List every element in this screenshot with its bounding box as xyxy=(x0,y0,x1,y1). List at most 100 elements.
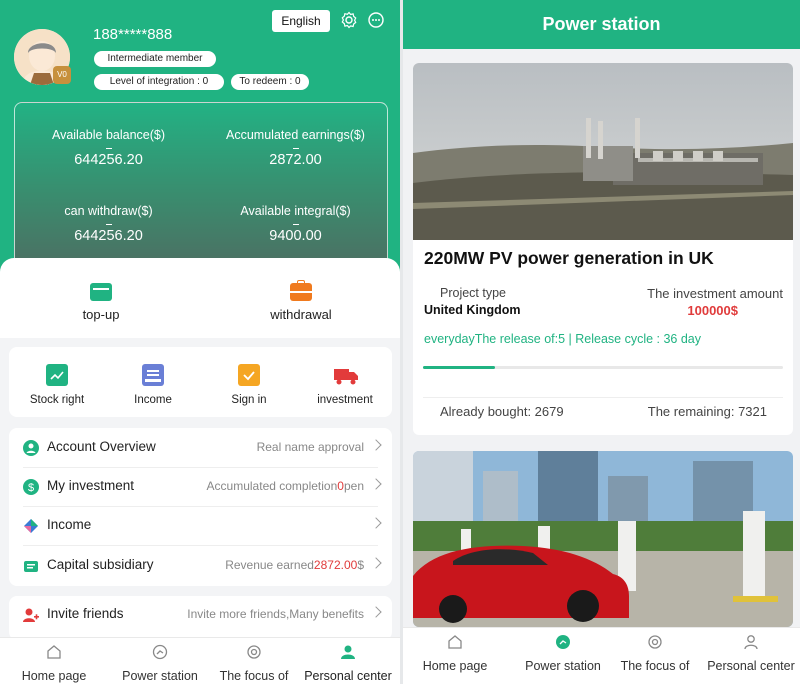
accumulated-earnings-stat: Accumulated earnings($) 2872.00 xyxy=(202,128,389,168)
invite-icon xyxy=(23,608,39,622)
nav-label: Personal center xyxy=(304,669,392,683)
bottom-nav: Home page Power station The focus of Per… xyxy=(403,627,800,684)
stat-value: 2872.00 xyxy=(269,152,322,168)
page-title: Power station xyxy=(403,0,800,49)
nav-focus[interactable]: The focus of xyxy=(214,644,294,683)
purchase-progress-bar xyxy=(423,366,783,369)
bottom-nav: Home page Power station The focus of Per… xyxy=(0,637,400,684)
nav-personal-center[interactable]: Personal center xyxy=(703,634,799,673)
diamond-icon xyxy=(24,519,38,533)
row-label: Account Overview xyxy=(47,439,156,454)
stat-value: 644256.20 xyxy=(74,152,143,168)
balance-card: Available balance($) 644256.20 Accumulat… xyxy=(14,102,388,272)
product-card-2[interactable] xyxy=(413,451,793,627)
remaining: The remaining: 7321 xyxy=(647,404,767,419)
investment-amount-value: 100000$ xyxy=(687,303,738,318)
message-icon[interactable] xyxy=(367,11,385,29)
project-type-label: Project type xyxy=(440,286,507,300)
card-icon xyxy=(90,283,112,301)
stat-label: Accumulated earnings($) xyxy=(226,128,365,142)
withdrawal-button[interactable]: withdrawal xyxy=(226,280,376,322)
member-level-badge: Intermediate member xyxy=(94,51,216,67)
row-label: My investment xyxy=(47,478,135,493)
account-overview-row[interactable]: Account Overview Real name approval xyxy=(9,428,392,468)
wallet-icon xyxy=(24,561,38,572)
stat-value: 9400.00 xyxy=(269,228,322,244)
detail-value: 0 xyxy=(337,479,344,493)
nav-personal-center[interactable]: Personal center xyxy=(300,644,396,683)
row-detail: Invite more friends,Many benefits xyxy=(187,607,364,621)
dollar-icon: $ xyxy=(23,479,39,495)
user-phone: 188*****888 xyxy=(93,26,173,43)
nav-home[interactable]: Home page xyxy=(14,644,94,683)
stat-divider xyxy=(105,148,112,149)
investment-button[interactable]: investment xyxy=(297,364,393,406)
detail-suffix: pen xyxy=(343,479,364,493)
stock-right-button[interactable]: Stock right xyxy=(9,364,105,406)
nav-label: Power station xyxy=(525,659,601,673)
nav-focus[interactable]: The focus of xyxy=(615,634,695,673)
stat-value: 644256.20 xyxy=(74,228,143,244)
invite-friends-row[interactable]: Invite friends Invite more friends,Many … xyxy=(9,595,392,635)
can-withdraw-stat: can withdraw($) 644256.20 xyxy=(15,204,202,244)
quick-label: Stock right xyxy=(29,394,85,406)
target-icon xyxy=(648,635,662,649)
chevron-right-icon xyxy=(370,606,382,618)
nav-home[interactable]: Home page xyxy=(415,634,495,673)
detail-text: Accumulated completion xyxy=(206,479,338,493)
language-button[interactable]: English xyxy=(272,10,330,32)
briefcase-icon xyxy=(290,280,312,301)
personal-center-screen: English V0 188*****888 Intermediate memb… xyxy=(0,0,400,684)
integration-level-pill: Level of integration : 0 xyxy=(94,74,224,90)
product-card[interactable]: 220MW PV power generation in UK Project … xyxy=(413,63,793,435)
chevron-right-icon xyxy=(370,517,382,529)
quick-label: investment xyxy=(317,394,373,406)
nav-label: Home page xyxy=(422,659,488,673)
capital-subsidiary-row[interactable]: Capital subsidiary Revenue earned2872.00… xyxy=(9,546,392,586)
sign-in-icon xyxy=(238,364,260,386)
income-quick-button[interactable]: Income xyxy=(105,364,201,406)
home-icon xyxy=(47,645,61,659)
sign-in-button[interactable]: Sign in xyxy=(201,364,297,406)
topup-button[interactable]: top-up xyxy=(26,283,176,322)
target-icon xyxy=(247,645,261,659)
detail-text: Revenue earned xyxy=(225,558,314,572)
row-detail: Accumulated completion0pen xyxy=(207,479,364,493)
already-bought: Already bought: 2679 xyxy=(440,404,564,419)
product-title: 220MW PV power generation in UK xyxy=(424,248,714,268)
nav-label: The focus of xyxy=(620,659,690,673)
detail-value: 2872.00 xyxy=(313,558,358,572)
nav-power-station[interactable]: Power station xyxy=(517,634,609,673)
row-detail: Revenue earned2872.00$ xyxy=(225,558,364,572)
row-label: Capital subsidiary xyxy=(47,557,154,572)
available-balance-stat: Available balance($) 644256.20 xyxy=(15,128,202,168)
settings-icon[interactable] xyxy=(340,11,358,29)
my-investment-row[interactable]: $ My investment Accumulated completion0p… xyxy=(9,467,392,507)
income-icon xyxy=(142,364,164,386)
redeem-pill: To redeem : 0 xyxy=(231,74,309,90)
nav-label: The focus of xyxy=(219,669,289,683)
topup-label: top-up xyxy=(82,307,120,322)
nav-label: Personal center xyxy=(707,659,795,673)
stat-label: can withdraw($) xyxy=(64,204,153,218)
chevron-right-icon xyxy=(370,439,382,451)
power-station-screen: Power station 220MW PV power generation … xyxy=(403,0,800,684)
project-type-value: United Kingdom xyxy=(424,303,521,317)
stat-label: Available balance($) xyxy=(51,128,166,142)
income-row[interactable]: Income xyxy=(9,506,392,546)
nav-power-station[interactable]: Power station xyxy=(114,644,206,683)
nav-label: Home page xyxy=(21,669,87,683)
stock-right-icon xyxy=(46,364,68,386)
divider xyxy=(423,397,783,398)
release-info: everydayThe release of:5 | Release cycle… xyxy=(424,332,702,346)
user-circle-icon xyxy=(23,440,39,456)
nav-label: Power station xyxy=(122,669,198,683)
available-integral-stat: Available integral($) 9400.00 xyxy=(202,204,389,244)
quick-label: Income xyxy=(134,394,172,406)
chevron-right-icon xyxy=(370,557,382,569)
power-plant-photo xyxy=(413,63,793,240)
power-station-icon xyxy=(556,635,570,649)
progress-fill xyxy=(423,366,495,369)
stat-divider xyxy=(292,148,299,149)
truck-icon xyxy=(334,364,358,386)
